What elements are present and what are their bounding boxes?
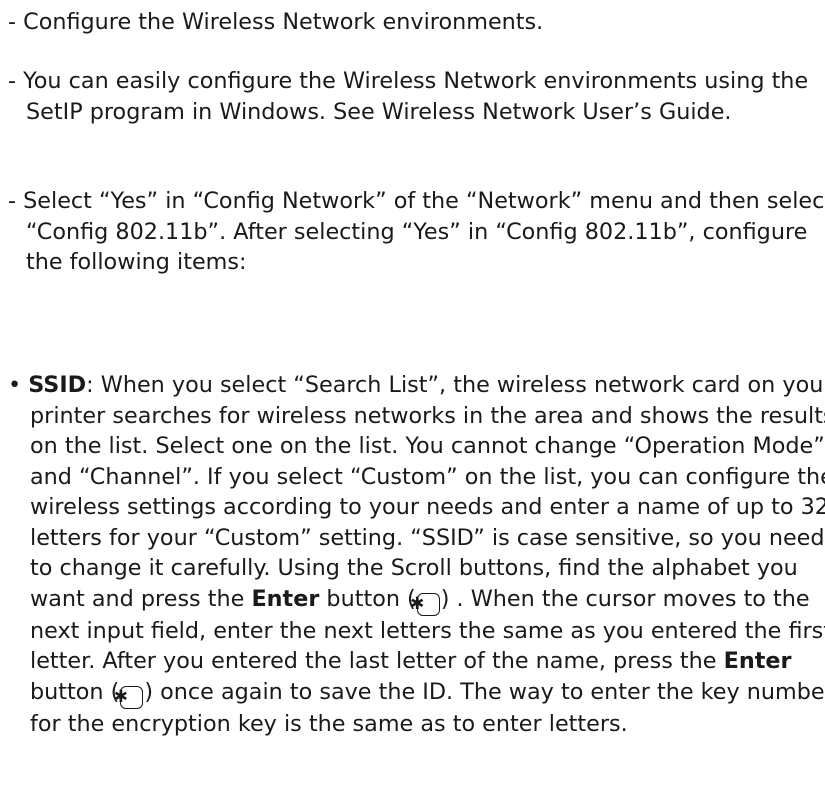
ssid-text-b: button ( (319, 585, 416, 612)
ssid-term: SSID (28, 372, 87, 398)
enter-label-2: Enter (723, 648, 792, 674)
instruction-setip: - You can easily configure the Wireless … (8, 68, 809, 125)
instruction-configure: - Configure the Wireless Network environ… (8, 9, 544, 35)
bullet: • (8, 372, 22, 398)
manual-page: - Configure the Wireless Network environ… (0, 0, 825, 803)
enter-key-icon: ✱ (410, 592, 440, 616)
instruction-select-yes: - Select “Yes” in “Config Network” of th… (8, 188, 825, 275)
enter-key-icon: ✱ (114, 685, 144, 709)
ssid-item: • SSID: When you select “Search List”, t… (8, 370, 825, 739)
ssid-text-f: ) once again to save the ID. The way to … (30, 678, 825, 737)
enter-label-1: Enter (251, 585, 320, 612)
ssid-text-d: button (30, 678, 104, 705)
ssid-text-a: : When you select “Search List”, the wir… (30, 372, 825, 612)
